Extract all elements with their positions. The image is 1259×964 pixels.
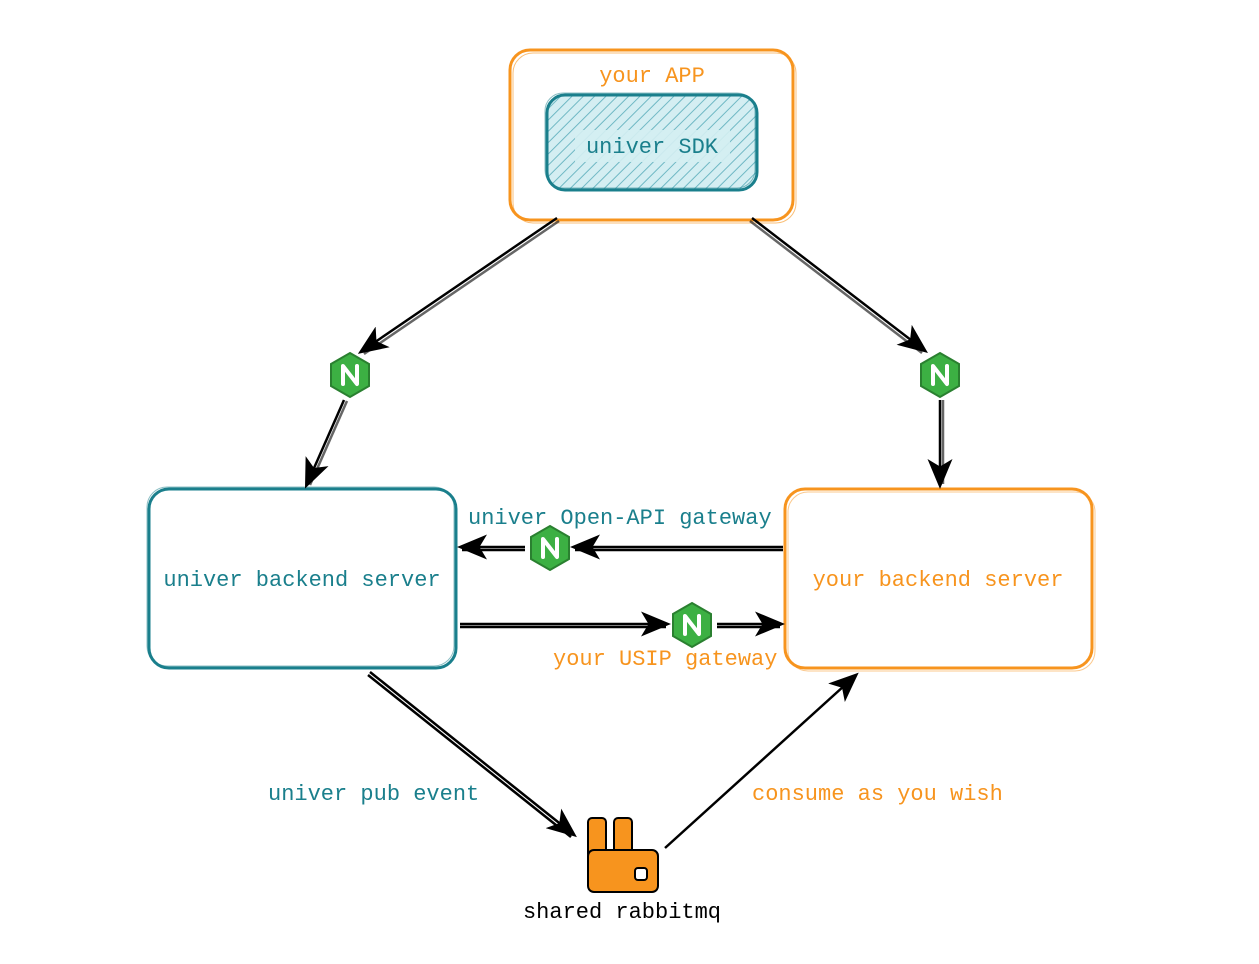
edge-app-to-univer-backend bbox=[307, 218, 559, 485]
rabbitmq-icon bbox=[588, 818, 658, 892]
edge-pub-event: univer pub event bbox=[268, 672, 573, 837]
node-your-backend: your backend server bbox=[785, 489, 1095, 671]
consume-label: consume as you wish bbox=[752, 782, 1003, 807]
edge-consume: consume as you wish bbox=[665, 676, 1003, 848]
pub-event-label: univer pub event bbox=[268, 782, 479, 807]
your-backend-label: your backend server bbox=[813, 568, 1064, 593]
usip-label: your USIP gateway bbox=[553, 647, 777, 672]
app-label: your APP bbox=[599, 64, 705, 89]
rabbitmq-label: shared rabbitmq bbox=[523, 900, 721, 925]
nginx-icon bbox=[921, 353, 959, 397]
edge-app-to-your-backend bbox=[750, 218, 943, 484]
edge-usip-gateway: your USIP gateway bbox=[460, 624, 780, 672]
nginx-icon bbox=[331, 353, 369, 397]
sdk-label: univer SDK bbox=[586, 135, 719, 160]
node-your-app: your APP univer SDK bbox=[510, 50, 796, 223]
univer-backend-label: univer backend server bbox=[163, 568, 440, 593]
nginx-icon bbox=[531, 526, 569, 570]
open-api-label: univer Open-API gateway bbox=[468, 506, 772, 531]
edge-open-api-gateway: univer Open-API gateway bbox=[462, 506, 783, 550]
nginx-icon bbox=[673, 603, 711, 647]
node-univer-backend: univer backend server bbox=[147, 487, 456, 668]
node-univer-sdk: univer SDK bbox=[545, 93, 757, 190]
